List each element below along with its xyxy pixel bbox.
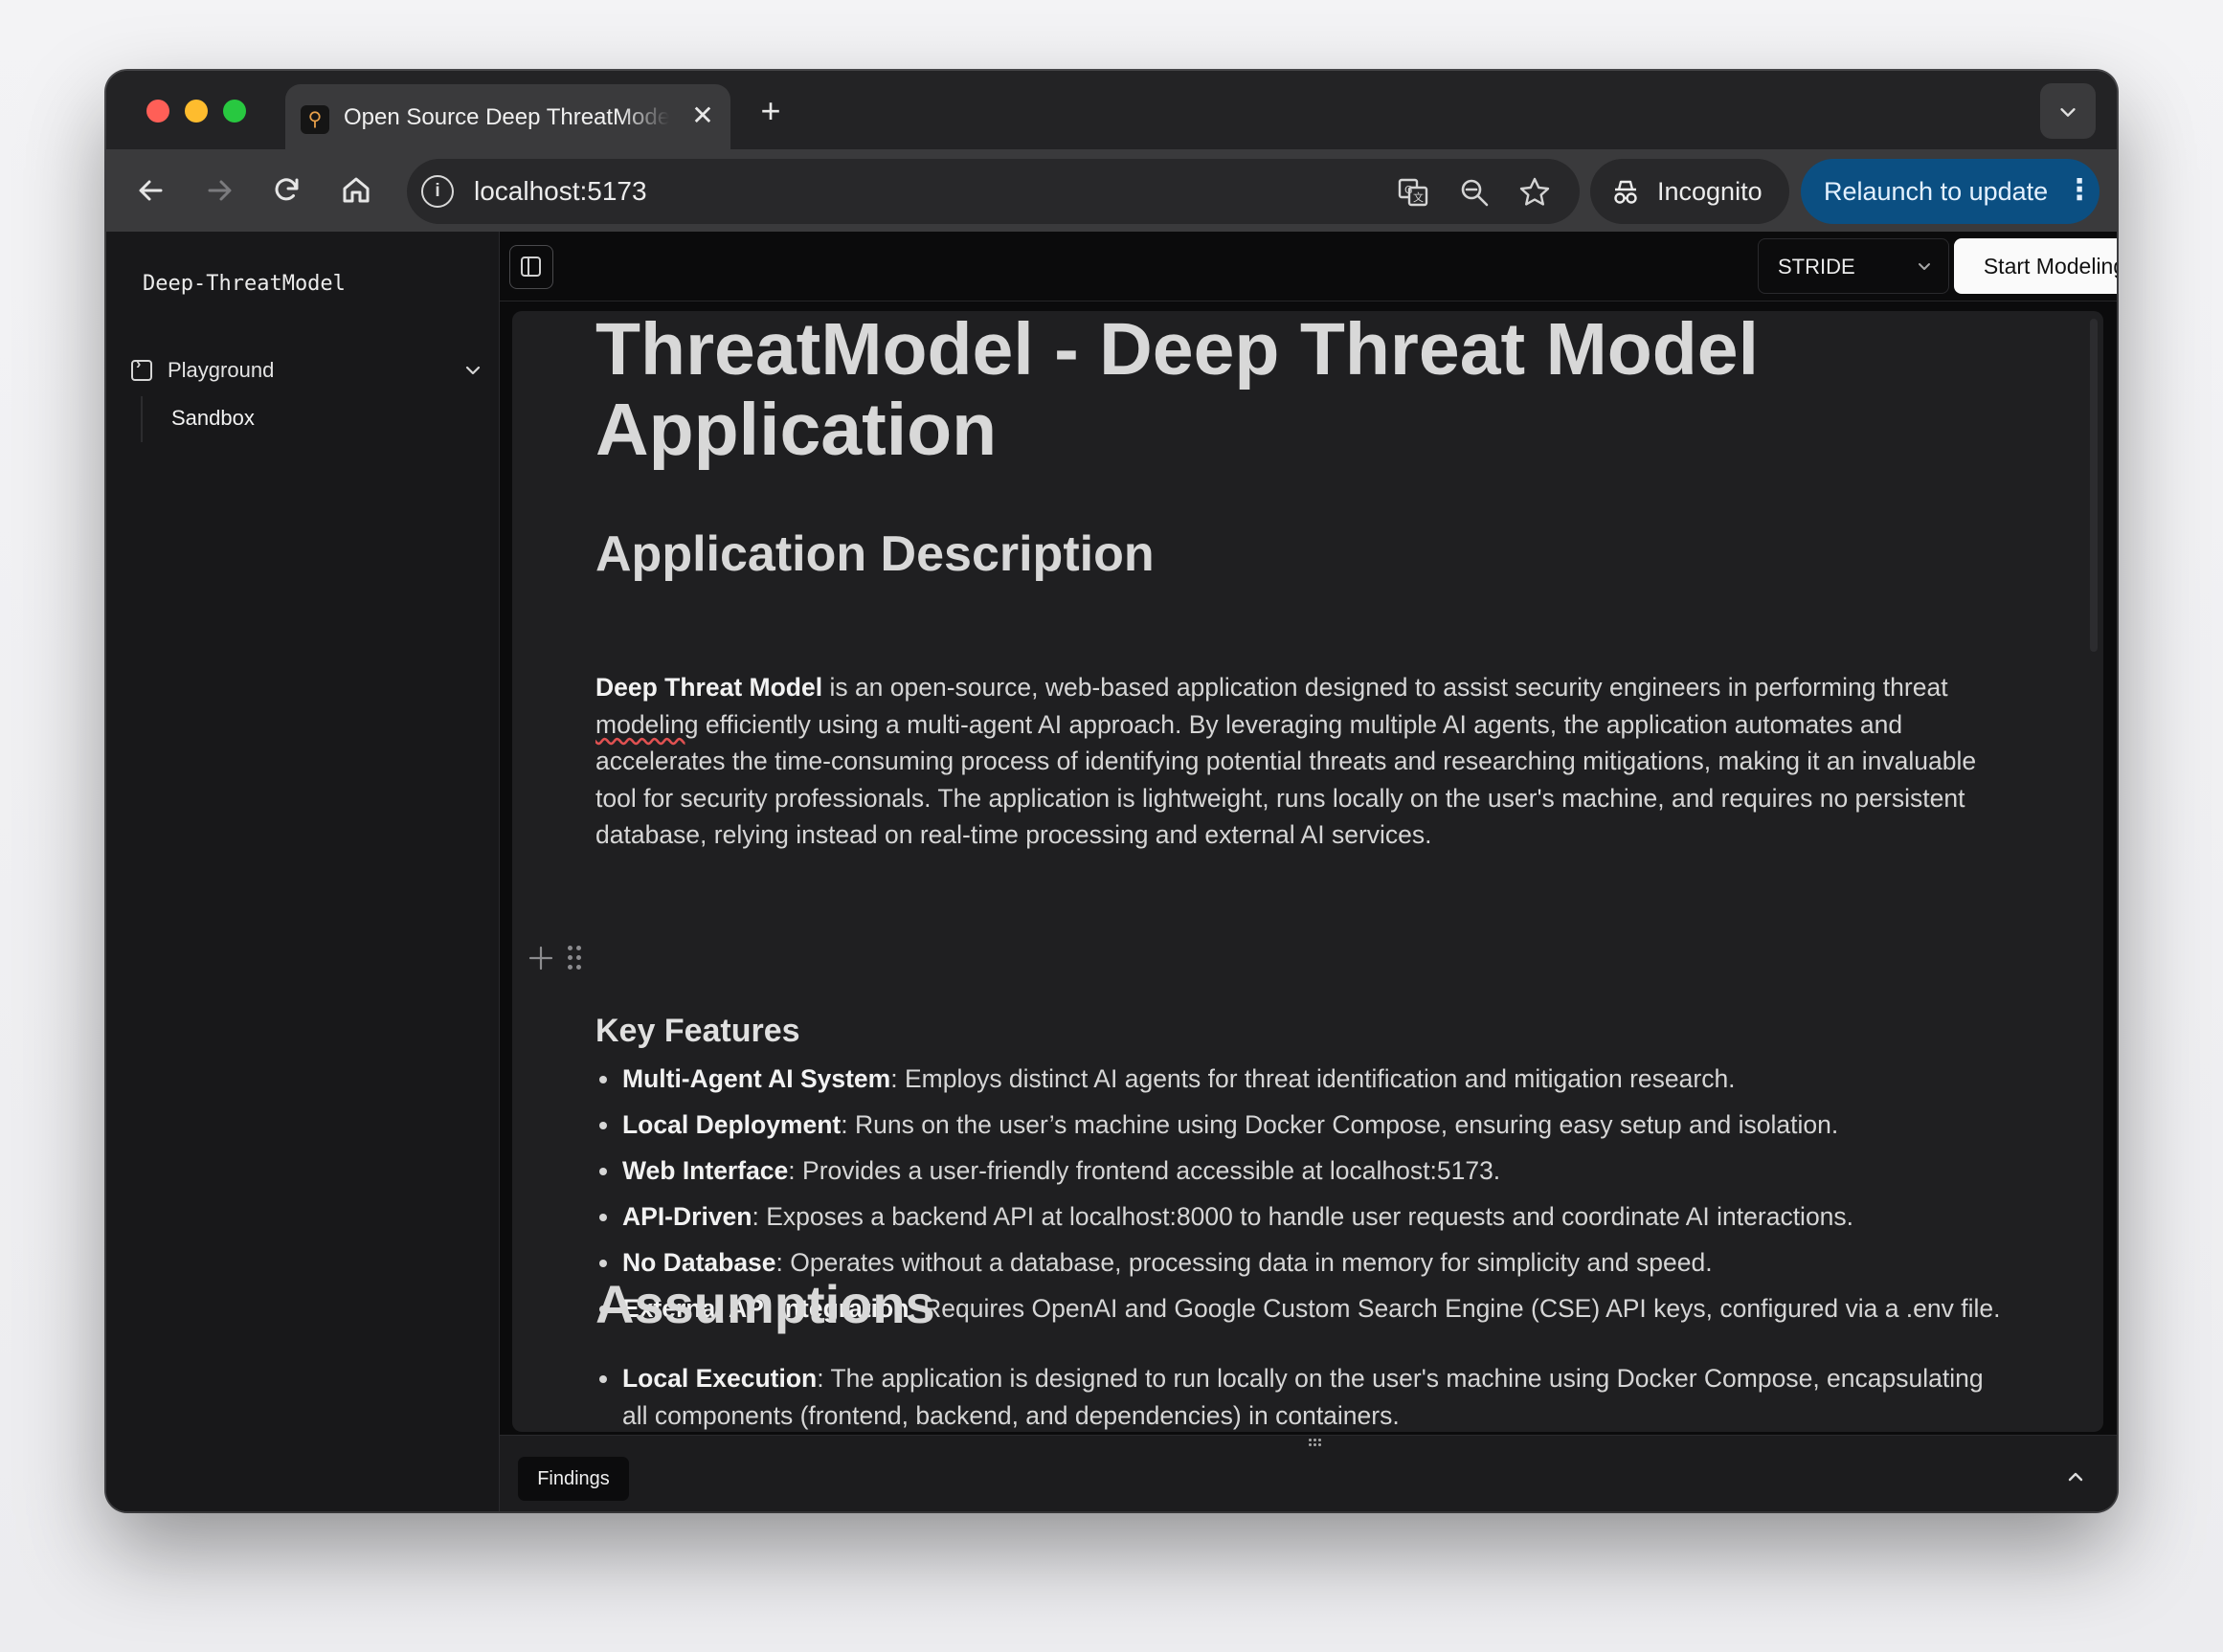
incognito-indicator[interactable]: Incognito [1590, 159, 1789, 224]
app-brand[interactable]: Deep-ThreatModel [143, 270, 346, 299]
terminal-square-icon [131, 356, 152, 381]
assumptions-list: Local Execution: The application is desi… [595, 1360, 2012, 1432]
favicon-icon: ⚲ [301, 105, 329, 134]
home-button[interactable] [334, 168, 378, 212]
feature-name: Web Interface [622, 1156, 789, 1185]
star-icon[interactable] [1516, 174, 1553, 211]
sidebar-group-playground[interactable]: Playground [131, 350, 485, 392]
arrow-right-icon [208, 180, 232, 201]
feature-name: Local Deployment [622, 1110, 842, 1139]
section-heading-description[interactable]: Application Description [595, 524, 1155, 585]
panel-left-icon [521, 257, 541, 277]
feature-text: : Employs distinct AI agents for threat … [890, 1064, 1736, 1093]
relaunch-button[interactable]: Relaunch to update ⋮ [1801, 159, 2100, 224]
reload-button[interactable] [265, 168, 309, 212]
address-bar[interactable]: i localhost:5173 G文 [407, 159, 1580, 224]
chevron-down-icon [465, 366, 481, 375]
framework-select-value: STRIDE [1778, 255, 1855, 279]
feature-name: Multi-Agent AI System [622, 1064, 891, 1093]
add-block-icon[interactable] [526, 943, 556, 973]
incognito-label: Incognito [1657, 177, 1763, 206]
browser-tab[interactable]: ⚲ Open Source Deep ThreatModel ✕ [285, 84, 730, 149]
drag-handle-icon[interactable] [568, 946, 583, 971]
chevron-up-icon[interactable] [2063, 1464, 2088, 1489]
spellcheck-word: modeling [595, 709, 699, 739]
sidebar-subitems: Sandbox [141, 396, 255, 442]
info-icon[interactable]: i [421, 175, 454, 208]
assumption-name: Local Execution [622, 1364, 818, 1393]
feature-text: : Exposes a backend API at localhost:800… [752, 1202, 1854, 1231]
tab-findings[interactable]: Findings [518, 1457, 629, 1501]
tab-strip: ⚲ Open Source Deep ThreatModel ✕ + [106, 71, 2117, 149]
description-lead: Deep Threat Model [595, 673, 823, 702]
zoom-icon[interactable] [1456, 174, 1493, 211]
arrow-left-icon [139, 180, 163, 201]
assumption-text: : The application is designed to run loc… [622, 1364, 1984, 1430]
sidebar-group-label: Playground [168, 358, 275, 382]
feature-text: : Runs on the user’s machine using Docke… [841, 1110, 1839, 1139]
document-title[interactable]: ThreatModel - Deep Threat Model Applicat… [595, 311, 1955, 470]
framework-select[interactable]: STRIDE [1758, 238, 1949, 294]
sidebar-toggle-button[interactable] [509, 245, 553, 289]
description-text-a: is an open-source, web-based application… [822, 673, 1948, 702]
feature-name: API-Driven [622, 1202, 752, 1231]
description-text-b: efficiently using a multi-agent AI appro… [595, 709, 1977, 850]
chevron-down-icon [1919, 263, 1930, 270]
list-item[interactable]: Local Deployment: Runs on the user’s mac… [595, 1102, 2012, 1148]
tab-title: Open Source Deep ThreatModel [344, 104, 669, 130]
more-menu-icon[interactable]: ⋮ [2065, 173, 2094, 210]
new-tab-button[interactable]: + [752, 92, 790, 130]
url-text[interactable]: localhost:5173 [474, 173, 647, 210]
section-heading-assumptions[interactable]: Assumptions [595, 1271, 935, 1338]
tab-search-button[interactable] [2040, 83, 2096, 139]
forward-button[interactable] [197, 168, 241, 212]
list-item[interactable]: Web Interface: Provides a user-friendly … [595, 1148, 2012, 1194]
description-paragraph[interactable]: Deep Threat Model is an open-source, web… [595, 669, 2012, 854]
relaunch-label: Relaunch to update [1824, 177, 2049, 206]
app-root: Deep-ThreatModel Playground Sandbox STRI… [106, 232, 2117, 1511]
feature-text: : Provides a user-friendly frontend acce… [788, 1156, 1501, 1185]
list-item[interactable]: Local Execution: The application is desi… [595, 1360, 2012, 1432]
sidebar-item-sandbox[interactable]: Sandbox [171, 404, 255, 433]
list-item[interactable]: Multi-Agent AI System: Employs distinct … [595, 1056, 2012, 1102]
home-icon [343, 177, 370, 203]
browser-toolbar: i localhost:5173 G文 Incognito Relaunch t… [106, 149, 2117, 232]
list-item[interactable]: API-Driven: Exposes a backend API at loc… [595, 1194, 2012, 1239]
findings-panel-bar: Findings [500, 1435, 2117, 1511]
close-window-button[interactable] [146, 100, 169, 123]
browser-window: ⚲ Open Source Deep ThreatModel ✕ + i loc… [106, 71, 2117, 1511]
feature-text: : Requires OpenAI and Google Custom Sear… [909, 1294, 2001, 1323]
section-heading-features[interactable]: Key Features [595, 1008, 800, 1054]
editor-scrollbar[interactable] [2090, 319, 2098, 652]
svg-text:文: 文 [1413, 190, 1424, 204]
maximize-window-button[interactable] [223, 100, 246, 123]
panel-resize-handle[interactable] [1309, 1439, 1322, 1446]
svg-text:G: G [1404, 184, 1413, 196]
translate-icon[interactable]: G文 [1395, 174, 1431, 211]
minimize-window-button[interactable] [185, 100, 208, 123]
back-button[interactable] [129, 168, 173, 212]
reload-icon [275, 178, 299, 201]
document-editor[interactable]: ThreatModel - Deep Threat Model Applicat… [512, 311, 2103, 1432]
block-controls [526, 943, 593, 973]
sidebar: Deep-ThreatModel Playground Sandbox [106, 232, 500, 1511]
tab-close-button[interactable]: ✕ [685, 99, 720, 133]
top-bar: STRIDE Start Modeling [500, 232, 2117, 301]
main-panel: STRIDE Start Modeling ThreatModel - Deep… [500, 232, 2117, 1511]
start-modeling-button[interactable]: Start Modeling [1954, 238, 2117, 294]
incognito-icon [1614, 180, 1637, 204]
chevron-down-icon [2060, 107, 2076, 117]
